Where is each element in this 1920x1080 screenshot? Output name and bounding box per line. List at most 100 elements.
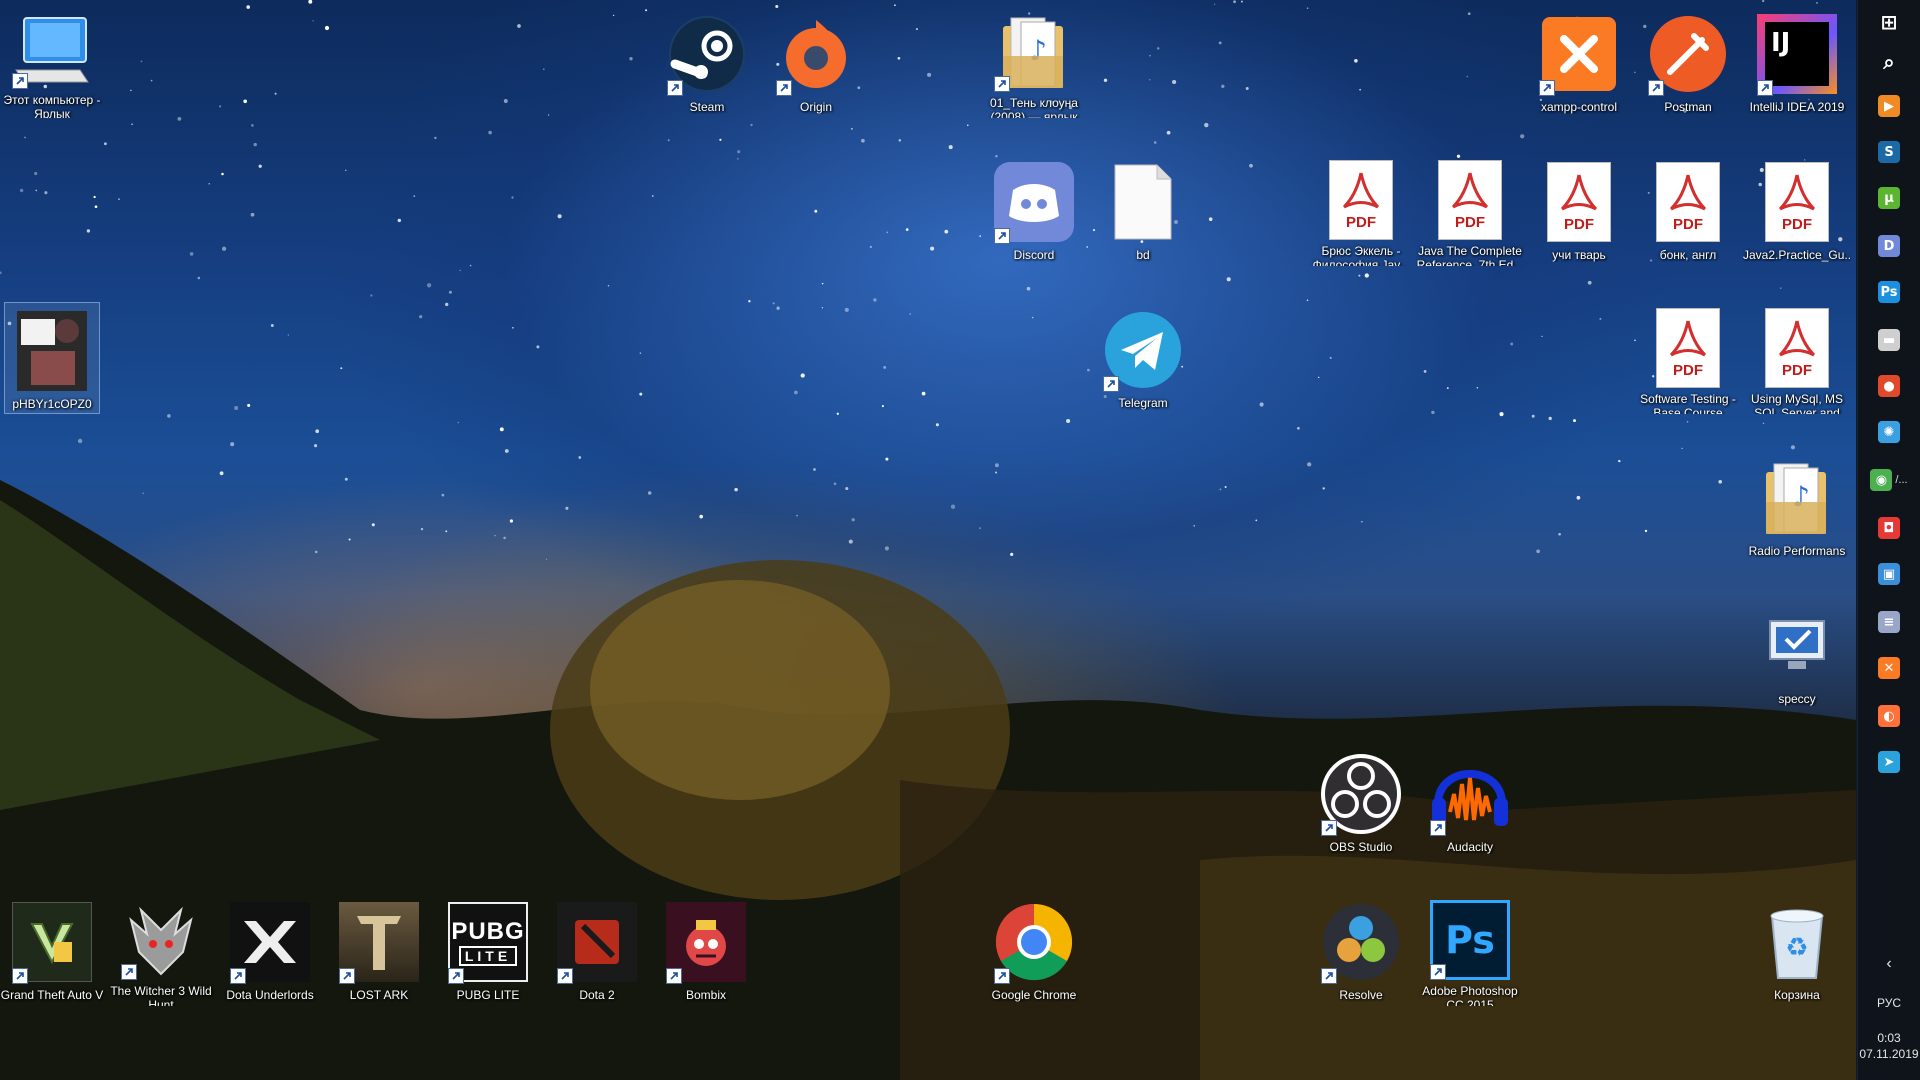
- shortcut-arrow-icon: [557, 968, 573, 984]
- desktop-icon-photoshop[interactable]: Ps Adobe Photoshop CC 2015: [1422, 894, 1518, 1006]
- star: [243, 99, 248, 104]
- taskbar-media-player-button[interactable]: ▶: [1858, 84, 1920, 128]
- taskbar-utorrent-button[interactable]: µ: [1858, 176, 1920, 220]
- desktop-icon-witcher[interactable]: The Witcher 3 Wild Hunt: [110, 894, 212, 1006]
- firefox-icon: ◐: [1878, 705, 1900, 727]
- desktop-icon-gta[interactable]: Grand Theft Auto V: [1, 894, 103, 1006]
- desktop-icon-art: PDF: [1319, 160, 1403, 240]
- star: [0, 271, 2, 275]
- desktop-icon-art: [337, 900, 421, 984]
- star: [1226, 277, 1231, 282]
- desktop-icon-image-file[interactable]: pHBYr1cOPZ0: [4, 302, 100, 414]
- tray-clock-date[interactable]: 07.11.2019: [1858, 1047, 1920, 1061]
- star: [512, 326, 514, 329]
- desktop-icon-pdf2[interactable]: PDF Java The Complete Reference, 7th Ed.…: [1417, 154, 1523, 266]
- shortcut-arrow-icon: [666, 968, 682, 984]
- desktop-icon-speccy[interactable]: speccy: [1749, 598, 1845, 710]
- utorrent-icon: µ: [1878, 187, 1900, 209]
- desktop-icon-chrome[interactable]: Google Chrome: [986, 894, 1082, 1006]
- taskbar-firefox-button[interactable]: ◐: [1858, 694, 1920, 738]
- desktop-icon-resolve[interactable]: Resolve: [1313, 894, 1409, 1006]
- recycle-bin-icon: ♻: [1770, 909, 1824, 979]
- desktop-icon-art: [119, 900, 203, 980]
- star: [469, 264, 472, 267]
- hdd-icon: ▬: [1878, 329, 1900, 351]
- desktop-icon-obs[interactable]: OBS Studio: [1313, 746, 1409, 858]
- taskbar-windows-start-button[interactable]: ⊞: [1858, 0, 1920, 44]
- star: [1476, 387, 1479, 389]
- star: [794, 390, 798, 395]
- pdf-label: PDF: [1346, 214, 1376, 231]
- desktop-icon-radio[interactable]: ♪ Radio Performans: [1749, 450, 1845, 562]
- desktop-icon-pdf4[interactable]: PDF бонк, англ: [1640, 154, 1736, 266]
- desktop-icon-lostark[interactable]: LOST ARK: [331, 894, 427, 1006]
- pdf-file-icon: PDF: [1765, 162, 1829, 242]
- desktop-icon-discord[interactable]: Discord: [986, 154, 1082, 266]
- shortcut-arrow-icon: [230, 968, 246, 984]
- desktop-icon-pdf6[interactable]: PDF Software Testing - Base Course (Svya…: [1640, 302, 1736, 414]
- desktop-icon-art: [665, 12, 749, 96]
- taskbar-chrome-button[interactable]: ◉/...: [1858, 458, 1920, 502]
- star: [1240, 0, 1243, 3]
- star: [1204, 122, 1209, 128]
- desktop-icon-telegram[interactable]: Telegram: [1095, 302, 1191, 414]
- taskbar-search-button[interactable]: ⌕: [1858, 40, 1920, 84]
- star: [639, 352, 642, 354]
- desktop-icon-bombix[interactable]: Bombix: [658, 894, 754, 1006]
- desktop-icon-art: [10, 309, 94, 393]
- desktop-icon-pdf3[interactable]: PDF учи тварь: [1531, 154, 1627, 266]
- desktop-icon-underlords[interactable]: Dota Underlords: [222, 894, 318, 1006]
- star: [1213, 3, 1216, 5]
- desktop-icon-xampp[interactable]: xampp-control: [1531, 6, 1627, 118]
- star: [898, 139, 902, 142]
- taskbar-resolve-button[interactable]: ✺: [1858, 410, 1920, 454]
- star: [944, 229, 949, 234]
- taskbar-discord-button[interactable]: D: [1858, 224, 1920, 268]
- star: [1153, 141, 1157, 144]
- taskbar-hdd-button[interactable]: ▬: [1858, 318, 1920, 362]
- star: [639, 392, 643, 396]
- desktop-icon-steam[interactable]: Steam: [659, 6, 755, 118]
- desktop-icon-origin[interactable]: Origin: [768, 6, 864, 118]
- star: [1233, 0, 1236, 4]
- desktop-icon-label: Telegram: [1118, 396, 1168, 410]
- taskbar-app-red-button[interactable]: ◘: [1858, 506, 1920, 550]
- desktop-icon-this-pc[interactable]: Этот компьютер - Ярлык: [3, 6, 101, 118]
- desktop-icon-intellij[interactable]: IJ IntelliJ IDEA 2019: [1749, 6, 1845, 118]
- desktop-icon-bd[interactable]: bd: [1095, 154, 1191, 266]
- star: [667, 139, 670, 142]
- pubg-logo-top: PUBG: [451, 918, 525, 945]
- taskbar-app-blue-button[interactable]: ▣: [1858, 552, 1920, 596]
- desktop-icon-postman[interactable]: Postman: [1640, 6, 1736, 118]
- desktop-icon-audacity[interactable]: Audacity: [1422, 746, 1518, 858]
- star: [503, 99, 508, 103]
- desktop-icon-label: Audacity: [1446, 840, 1494, 854]
- desktop-icon-art: [1537, 12, 1621, 96]
- taskbar-xampp-button[interactable]: ✕: [1858, 646, 1920, 690]
- tray-chevron[interactable]: ‹: [1858, 955, 1920, 973]
- desktop-icon-pdf5[interactable]: PDF Java2.Practice_Gu...: [1743, 154, 1851, 266]
- xampp-icon: ✕: [1878, 657, 1900, 679]
- tray-clock-time[interactable]: 0:03: [1858, 1031, 1920, 1045]
- taskbar-photoshop-button[interactable]: Ps: [1858, 270, 1920, 314]
- desktop-icon-pdf1[interactable]: PDF Брюс Эккель - Философия Jav...: [1313, 154, 1409, 266]
- desktop-icon-pubg[interactable]: PUBG LITE PUBG LITE: [440, 894, 536, 1006]
- tray-language[interactable]: РУС: [1858, 996, 1920, 1010]
- taskbar-app-stripes-button[interactable]: ≡: [1858, 600, 1920, 644]
- star: [314, 444, 318, 448]
- taskbar-steam-button[interactable]: S: [1858, 130, 1920, 174]
- desktop-icon-label: OBS Studio: [1329, 840, 1393, 854]
- taskbar-app-eye-button[interactable]: ●: [1858, 364, 1920, 408]
- desktop-icon-music-shortcut[interactable]: ♪ 01_Тень клоуна (2008) — ярлык: [986, 6, 1082, 118]
- desktop-icon-recycle[interactable]: ♻ Корзина: [1749, 894, 1845, 1006]
- pdf-file-icon: PDF: [1329, 160, 1393, 240]
- desktop-icon-dota2[interactable]: Dota 2: [549, 894, 645, 1006]
- star: [886, 231, 888, 233]
- desktop-icon-pdf7[interactable]: PDF Using MySql, MS SQL Server and Or...: [1749, 302, 1845, 414]
- star: [873, 298, 877, 302]
- star: [1297, 426, 1300, 430]
- desktop-icon-art: IJ: [1755, 12, 1839, 96]
- taskbar-telegram-button[interactable]: ➤: [1858, 740, 1920, 784]
- desktop-icon-art: [1319, 752, 1403, 836]
- shortcut-arrow-icon: [1757, 80, 1773, 96]
